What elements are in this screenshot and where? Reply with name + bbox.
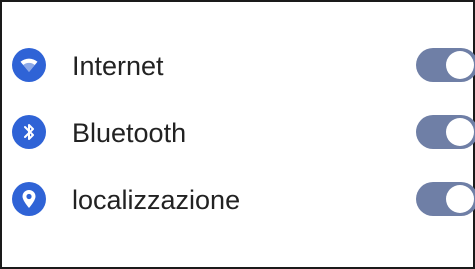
setting-row-internet: Internet — [2, 46, 475, 86]
bluetooth-toggle[interactable] — [416, 115, 475, 149]
setting-label-bluetooth: Bluetooth — [72, 118, 187, 148]
bluetooth-icon — [12, 115, 46, 149]
toggle-knob — [446, 51, 474, 79]
setting-row-location: localizzazione — [2, 180, 475, 220]
toggle-knob — [446, 185, 474, 213]
settings-panel: Internet Bluetooth localizzazione — [0, 0, 475, 269]
setting-label-internet: Internet — [72, 51, 164, 81]
setting-label-location: localizzazione — [72, 185, 241, 215]
internet-toggle[interactable] — [416, 48, 475, 82]
toggle-knob — [446, 118, 474, 146]
location-toggle[interactable] — [416, 182, 475, 216]
location-pin-icon — [12, 182, 46, 216]
wifi-icon — [12, 48, 46, 82]
setting-row-bluetooth: Bluetooth — [2, 113, 475, 153]
